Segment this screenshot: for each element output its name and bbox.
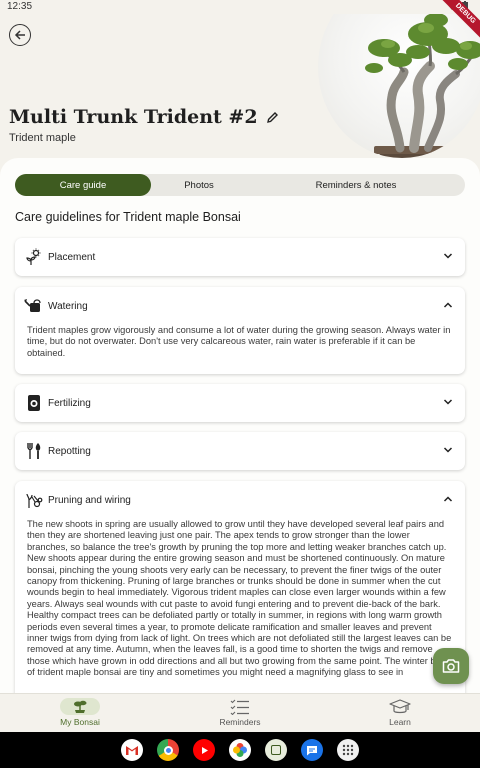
fork-trowel-icon	[24, 441, 44, 461]
chrome-icon[interactable]	[157, 739, 179, 761]
edit-pencil-icon[interactable]	[266, 111, 279, 124]
status-bar: 12:35	[0, 0, 480, 14]
chevron-down-icon	[443, 399, 453, 405]
placement-label: Placement	[48, 251, 96, 263]
messages-icon[interactable]	[301, 739, 323, 761]
watering-label: Watering	[48, 300, 88, 312]
camera-icon	[442, 659, 460, 673]
chevron-down-icon	[443, 447, 453, 453]
arrow-left-icon	[14, 30, 25, 40]
chevron-up-icon	[443, 496, 453, 502]
pruning-card[interactable]: Pruning and wiring The new shoots in spr…	[15, 481, 465, 693]
graduation-cap-icon	[389, 698, 411, 715]
pruning-icon	[24, 490, 44, 510]
checklist-icon	[230, 698, 250, 715]
bonsai-photo[interactable]	[318, 14, 480, 158]
add-photo-button[interactable]	[433, 648, 469, 684]
photos-icon[interactable]	[229, 739, 251, 761]
chevron-down-icon	[443, 253, 453, 259]
watering-can-icon	[24, 296, 44, 316]
chevron-up-icon	[443, 302, 453, 308]
placement-card[interactable]: Placement	[15, 238, 465, 276]
tab-care-guide[interactable]: Care guide	[15, 174, 151, 196]
plant-header: Multi Trunk Trident #2 Trident maple	[0, 14, 480, 160]
gmail-icon[interactable]	[121, 739, 143, 761]
youtube-icon[interactable]	[193, 739, 215, 761]
watering-card[interactable]: Watering Trident maples grow vigorously …	[15, 287, 465, 374]
content-sheet: Care guide Photos Reminders & notes Care…	[0, 158, 480, 693]
tab-photos[interactable]: Photos	[151, 174, 247, 196]
nav-my-bonsai-label: My Bonsai	[60, 717, 100, 727]
nav-learn-label: Learn	[389, 717, 411, 727]
care-guide-title: Care guidelines for Trident maple Bonsai	[15, 210, 241, 224]
sun-plant-icon	[24, 247, 44, 267]
watering-text: Trident maples grow vigorously and consu…	[27, 325, 451, 358]
tab-bar: Care guide Photos Reminders & notes	[15, 174, 465, 196]
repotting-card[interactable]: Repotting	[15, 432, 465, 470]
fertilizer-bag-icon	[24, 393, 44, 413]
system-taskbar	[0, 732, 480, 768]
species-name: Trident maple	[9, 132, 76, 144]
bonsai-icon	[60, 698, 100, 715]
repotting-label: Repotting	[48, 445, 91, 457]
page-title: Multi Trunk Trident #2	[9, 106, 279, 128]
nav-reminders[interactable]: Reminders	[160, 694, 320, 732]
app-drawer-icon[interactable]	[337, 739, 359, 761]
nav-my-bonsai[interactable]: My Bonsai	[0, 694, 160, 732]
pruning-text: The new shoots in spring are usually all…	[27, 519, 452, 678]
fertilizing-label: Fertilizing	[48, 397, 91, 409]
fertilizing-card[interactable]: Fertilizing	[15, 384, 465, 422]
nav-learn[interactable]: Learn	[320, 694, 480, 732]
plant-name: Multi Trunk Trident #2	[9, 106, 258, 128]
back-button[interactable]	[9, 24, 31, 46]
pruning-label: Pruning and wiring	[48, 494, 131, 506]
bottom-navigation: My Bonsai Reminders Learn	[0, 693, 480, 732]
app-icon[interactable]	[265, 739, 287, 761]
nav-reminders-label: Reminders	[219, 717, 261, 727]
tab-reminders-notes[interactable]: Reminders & notes	[247, 174, 465, 196]
clock: 12:35	[7, 1, 33, 12]
